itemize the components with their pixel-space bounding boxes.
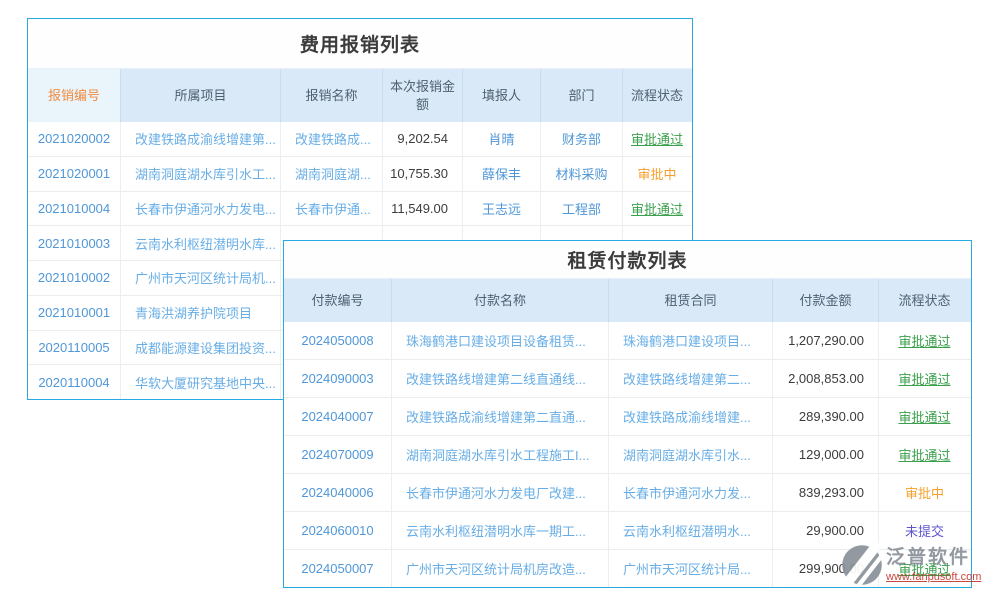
payment_table-cell-status[interactable]: 未提交 (879, 512, 970, 549)
expense_table-cell-id[interactable]: 2021010003 (28, 226, 121, 260)
payment_table-cell-status[interactable]: 审批通过 (879, 550, 970, 587)
expense_table-cell-amount: 9,202.54 (383, 122, 463, 156)
payment_table-cell-contract[interactable]: 长春市伊通河水力发... (609, 474, 773, 511)
expense_table-cell-status[interactable]: 审批通过 (623, 122, 691, 156)
expense_table-header-id[interactable]: 报销编号 (28, 69, 121, 122)
payment_table-header-contract[interactable]: 租赁合同 (609, 279, 773, 322)
expense_table-row-2: 2021010004长春市伊通河水力发电...长春市伊通...11,549.00… (28, 192, 692, 227)
expense_table-cell-filler[interactable]: 王志远 (463, 192, 541, 226)
expense_table-cell-id[interactable]: 2021010002 (28, 261, 121, 295)
payment_table-cell-contract[interactable]: 改建铁路成渝线增建... (609, 398, 773, 435)
expense_table-cell-status[interactable]: 审批通过 (623, 192, 691, 226)
payment_table-cell-name[interactable]: 湖南洞庭湖水库引水工程施工I... (392, 436, 609, 473)
expense_table-cell-filler[interactable]: 肖晴 (463, 122, 541, 156)
payment_table-cell-status[interactable]: 审批通过 (879, 436, 970, 473)
payment_table-cell-amount: 1,207,290.00 (773, 322, 879, 359)
payment_table-row-1: 2024090003改建铁路线增建第二线直通线...改建铁路线增建第二...2,… (284, 360, 971, 398)
payment_table-header-name[interactable]: 付款名称 (392, 279, 609, 322)
payment_table-cell-contract[interactable]: 湖南洞庭湖水库引水... (609, 436, 773, 473)
expense_table-header-project[interactable]: 所属项目 (121, 69, 281, 122)
payment_table-cell-id[interactable]: 2024040007 (284, 398, 392, 435)
payment_table-row-4: 2024040006长春市伊通河水力发电厂改建...长春市伊通河水力发...83… (284, 474, 971, 512)
expense_table-header-name[interactable]: 报销名称 (281, 69, 383, 122)
payment_table-cell-contract[interactable]: 珠海鹤港口建设项目... (609, 322, 773, 359)
expense_table-cell-project[interactable]: 改建铁路成渝线增建第... (121, 122, 281, 156)
lease-payment-table: 租赁付款列表 付款编号付款名称租赁合同付款金额流程状态 2024050008珠海… (283, 240, 972, 588)
payment_table-header-status[interactable]: 流程状态 (879, 279, 970, 322)
payment-table-body: 2024050008珠海鹤港口建设项目设备租赁...珠海鹤港口建设项目...1,… (284, 322, 971, 587)
payment-table-title: 租赁付款列表 (284, 241, 971, 279)
expense_table-header-status[interactable]: 流程状态 (623, 69, 691, 122)
payment_table-cell-amount: 2,008,853.00 (773, 360, 879, 397)
expense_table-cell-project[interactable]: 广州市天河区统计局机... (121, 261, 281, 295)
payment_table-cell-amount: 299,900.00 (773, 550, 879, 587)
payment_table-row-2: 2024040007改建铁路成渝线增建第二直通...改建铁路成渝线增建...28… (284, 398, 971, 436)
expense_table-cell-project[interactable]: 湖南洞庭湖水库引水工... (121, 157, 281, 191)
expense_table-cell-name[interactable]: 湖南洞庭湖... (281, 157, 383, 191)
payment_table-cell-amount: 289,390.00 (773, 398, 879, 435)
payment_table-row-0: 2024050008珠海鹤港口建设项目设备租赁...珠海鹤港口建设项目...1,… (284, 322, 971, 360)
expense_table-cell-filler[interactable]: 薛保丰 (463, 157, 541, 191)
payment_table-cell-name[interactable]: 改建铁路成渝线增建第二直通... (392, 398, 609, 435)
payment_table-cell-name[interactable]: 珠海鹤港口建设项目设备租赁... (392, 322, 609, 359)
expense_table-header-filler[interactable]: 填报人 (463, 69, 541, 122)
payment_table-row-3: 2024070009湖南洞庭湖水库引水工程施工I...湖南洞庭湖水库引水...1… (284, 436, 971, 474)
payment_table-header-amount[interactable]: 付款金额 (773, 279, 879, 322)
payment_table-cell-status[interactable]: 审批中 (879, 474, 970, 511)
expense_table-cell-project[interactable]: 华软大厦研究基地中央... (121, 365, 281, 399)
expense_table-row-1: 2021020001湖南洞庭湖水库引水工...湖南洞庭湖...10,755.30… (28, 157, 692, 192)
payment_table-cell-id[interactable]: 2024090003 (284, 360, 392, 397)
expense_table-cell-project[interactable]: 长春市伊通河水力发电... (121, 192, 281, 226)
payment_table-cell-name[interactable]: 改建铁路线增建第二线直通线... (392, 360, 609, 397)
expense_table-row-0: 2021020002改建铁路成渝线增建第...改建铁路成...9,202.54肖… (28, 122, 692, 157)
payment_table-cell-name[interactable]: 云南水利枢纽潜明水库一期工... (392, 512, 609, 549)
payment_table-cell-amount: 129,000.00 (773, 436, 879, 473)
payment_table-cell-id[interactable]: 2024040006 (284, 474, 392, 511)
payment_table-row-6: 2024050007广州市天河区统计局机房改造...广州市天河区统计局...29… (284, 550, 971, 587)
payment_table-cell-contract[interactable]: 云南水利枢纽潜明水... (609, 512, 773, 549)
payment_table-cell-status[interactable]: 审批通过 (879, 398, 970, 435)
expense_table-cell-project[interactable]: 成都能源建设集团投资... (121, 331, 281, 365)
expense_table-cell-status[interactable]: 审批中 (623, 157, 691, 191)
expense_table-cell-id[interactable]: 2021020001 (28, 157, 121, 191)
payment_table-cell-id[interactable]: 2024070009 (284, 436, 392, 473)
expense_table-cell-id[interactable]: 2021010004 (28, 192, 121, 226)
payment_table-row-5: 2024060010云南水利枢纽潜明水库一期工...云南水利枢纽潜明水...29… (284, 512, 971, 550)
payment-table-header-row: 付款编号付款名称租赁合同付款金额流程状态 (284, 279, 971, 322)
payment_table-cell-status[interactable]: 审批通过 (879, 360, 970, 397)
expense-table-title: 费用报销列表 (28, 19, 692, 69)
expense_table-cell-amount: 10,755.30 (383, 157, 463, 191)
payment_table-cell-contract[interactable]: 改建铁路线增建第二... (609, 360, 773, 397)
payment_table-cell-id[interactable]: 2024060010 (284, 512, 392, 549)
expense_table-cell-project[interactable]: 云南水利枢纽潜明水库... (121, 226, 281, 260)
expense_table-cell-name[interactable]: 长春市伊通... (281, 192, 383, 226)
expense_table-cell-dept[interactable]: 工程部 (541, 192, 623, 226)
expense_table-header-amount[interactable]: 本次报销金额 (383, 69, 463, 122)
expense_table-cell-id[interactable]: 2020110004 (28, 365, 121, 399)
payment_table-cell-id[interactable]: 2024050007 (284, 550, 392, 587)
expense_table-cell-name[interactable]: 改建铁路成... (281, 122, 383, 156)
payment_table-cell-status[interactable]: 审批通过 (879, 322, 970, 359)
payment_table-cell-name[interactable]: 广州市天河区统计局机房改造... (392, 550, 609, 587)
expense_table-cell-dept[interactable]: 材料采购 (541, 157, 623, 191)
payment_table-cell-name[interactable]: 长春市伊通河水力发电厂改建... (392, 474, 609, 511)
expense_table-cell-amount: 11,549.00 (383, 192, 463, 226)
payment_table-cell-id[interactable]: 2024050008 (284, 322, 392, 359)
expense_table-cell-id[interactable]: 2021020002 (28, 122, 121, 156)
expense_table-cell-id[interactable]: 2020110005 (28, 331, 121, 365)
expense_table-cell-id[interactable]: 2021010001 (28, 296, 121, 330)
payment_table-header-id[interactable]: 付款编号 (284, 279, 392, 322)
payment_table-cell-amount: 839,293.00 (773, 474, 879, 511)
expense_table-cell-dept[interactable]: 财务部 (541, 122, 623, 156)
payment_table-cell-amount: 29,900.00 (773, 512, 879, 549)
expense_table-cell-project[interactable]: 青海洪湖养护院项目 (121, 296, 281, 330)
expense-table-header-row: 报销编号所属项目报销名称本次报销金额填报人部门流程状态 (28, 69, 692, 122)
payment_table-cell-contract[interactable]: 广州市天河区统计局... (609, 550, 773, 587)
expense_table-header-dept[interactable]: 部门 (541, 69, 623, 122)
